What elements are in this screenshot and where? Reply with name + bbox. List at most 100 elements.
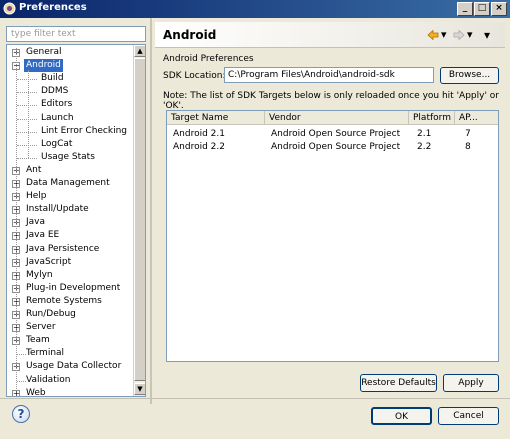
tree-item-label: Usage Data Collector — [26, 361, 122, 372]
forward-arrow-icon[interactable] — [453, 30, 465, 40]
sdk-location-input[interactable]: C:\Program Files\Android\android-sdk — [224, 67, 434, 83]
tree-item[interactable]: + Mylyn — [7, 269, 133, 282]
api-cell: 7 — [465, 129, 471, 139]
close-button[interactable]: × — [491, 2, 507, 16]
preferences-tree[interactable]: + General − Android Build DDMS Editors Launch Li… — [6, 44, 146, 397]
tree-item[interactable]: + Team — [7, 334, 133, 347]
ok-button[interactable]: OK — [371, 407, 432, 425]
tree-item-label: Data Management — [26, 178, 110, 188]
filter-input[interactable]: type filter text — [6, 26, 146, 42]
tree-item[interactable]: + Install/Update — [7, 203, 133, 216]
tree-item[interactable]: Editors — [7, 98, 133, 111]
column-header-api[interactable]: AP... — [455, 111, 498, 125]
vendor-cell: Android Open Source Project — [271, 129, 401, 139]
tree-item[interactable]: DDMS — [7, 85, 133, 98]
tree-item[interactable]: Validation — [7, 374, 133, 387]
vendor-cell: Android Open Source Project — [271, 142, 401, 152]
tree-item[interactable]: + Java Persistence — [7, 243, 133, 256]
column-header-platform[interactable]: Platform — [409, 111, 455, 125]
view-menu-icon[interactable]: ▾ — [484, 29, 490, 41]
bottom-divider — [0, 398, 510, 399]
window-title: Preferences — [19, 2, 87, 13]
tree-item[interactable]: Terminal — [7, 347, 133, 360]
tree-connector — [17, 105, 37, 107]
tree-connector — [17, 157, 37, 159]
tree-item-label: Editors — [41, 99, 73, 110]
tree-guide-line — [28, 70, 29, 158]
tree-connector — [17, 131, 37, 133]
scroll-down-arrow-icon[interactable]: ▼ — [134, 383, 145, 395]
platform-cell: 2.2 — [417, 142, 432, 152]
tree-item-label: Help — [26, 191, 47, 202]
sdk-note: Note: The list of SDK Targets below is o… — [163, 91, 499, 111]
tree-item[interactable]: Usage Stats — [7, 151, 133, 164]
tree-item-label: Android — [24, 59, 63, 73]
tree-item-label: Web — [26, 387, 46, 397]
expand-icon[interactable]: + — [12, 389, 20, 396]
tree-item[interactable]: + General — [7, 46, 133, 59]
tree-item[interactable]: Build — [7, 72, 133, 85]
tree-item[interactable]: + Java EE — [7, 229, 133, 242]
tree-item[interactable]: + Server — [7, 321, 133, 334]
tree-item-label: Java Persistence — [26, 243, 100, 254]
eclipse-app-icon — [3, 2, 16, 15]
back-dropdown-icon[interactable]: ▾ — [441, 29, 447, 40]
tree-item[interactable]: + Data Management — [7, 177, 133, 190]
apply-button[interactable]: Apply — [443, 374, 499, 392]
tree-item[interactable]: + Java — [7, 216, 133, 229]
tree-item-label: Remote Systems — [26, 295, 102, 306]
tree-item-label: Lint Error Checking — [41, 125, 128, 136]
sdk-targets-table[interactable]: Target Name Vendor Platform AP... Androi… — [166, 110, 499, 362]
tree-connector — [17, 79, 37, 81]
tree-item-label: JavaScript — [26, 256, 72, 267]
tree-item-label: Java — [26, 217, 46, 228]
scroll-up-arrow-icon[interactable]: ▲ — [134, 45, 145, 57]
tree-item-label: Launch — [41, 112, 74, 123]
pane-splitter[interactable] — [150, 18, 152, 404]
tree-item-label: Ant — [26, 164, 42, 175]
tree-item-label: Usage Stats — [41, 151, 95, 162]
sdk-location-label: SDK Location: — [163, 71, 226, 81]
tree-item[interactable]: LogCat — [7, 138, 133, 151]
tree-guide-line — [16, 48, 17, 389]
tree-item-label: LogCat — [41, 138, 73, 149]
tree-item[interactable]: Launch — [7, 112, 133, 125]
window-titlebar[interactable]: Preferences _ □ × — [0, 0, 510, 18]
tree-item[interactable]: + JavaScript — [7, 256, 133, 269]
tree-item-label: DDMS — [41, 86, 69, 97]
column-header-vendor[interactable]: Vendor — [265, 111, 409, 125]
tree-item-label: General — [26, 47, 62, 57]
tree-connector — [17, 92, 37, 94]
page-title: Android — [163, 28, 217, 42]
cancel-button[interactable]: Cancel — [438, 407, 499, 425]
target-name-cell: Android 2.2 — [173, 142, 225, 152]
tree-item[interactable]: + Ant — [7, 164, 133, 177]
maximize-button[interactable]: □ — [474, 2, 490, 16]
back-arrow-icon[interactable] — [427, 30, 439, 40]
browse-button[interactable]: Browse... — [440, 67, 499, 84]
tree-item[interactable]: + Remote Systems — [7, 295, 133, 308]
tree-item-label: Terminal — [26, 348, 65, 359]
tree-connector — [17, 118, 37, 120]
minimize-button[interactable]: _ — [457, 2, 473, 16]
page-header: Android ▾ ▾ ▾ — [155, 22, 505, 48]
restore-defaults-button[interactable]: Restore Defaults — [360, 374, 437, 392]
tree-item[interactable]: + Web — [7, 387, 133, 397]
tree-item[interactable]: − Android — [7, 59, 133, 73]
tree-scrollbar[interactable]: ▲ ▼ — [133, 45, 145, 396]
tree-item-label: Server — [26, 322, 56, 333]
platform-cell: 2.1 — [417, 129, 432, 139]
column-header-target-name[interactable]: Target Name — [167, 111, 265, 125]
tree-item[interactable]: + Plug-in Development — [7, 282, 133, 295]
help-icon[interactable]: ? — [12, 405, 30, 423]
tree-item[interactable]: + Help — [7, 190, 133, 203]
tree-item[interactable]: + Usage Data Collector — [7, 360, 133, 373]
tree-item[interactable]: Lint Error Checking — [7, 125, 133, 138]
forward-dropdown-icon[interactable]: ▾ — [467, 29, 473, 40]
api-cell: 8 — [465, 142, 471, 152]
scroll-thumb[interactable] — [134, 58, 145, 381]
tree-item-label: Team — [26, 335, 50, 346]
tree-item[interactable]: + Run/Debug — [7, 308, 133, 321]
tree-connector — [17, 144, 37, 146]
target-name-cell: Android 2.1 — [173, 129, 225, 139]
